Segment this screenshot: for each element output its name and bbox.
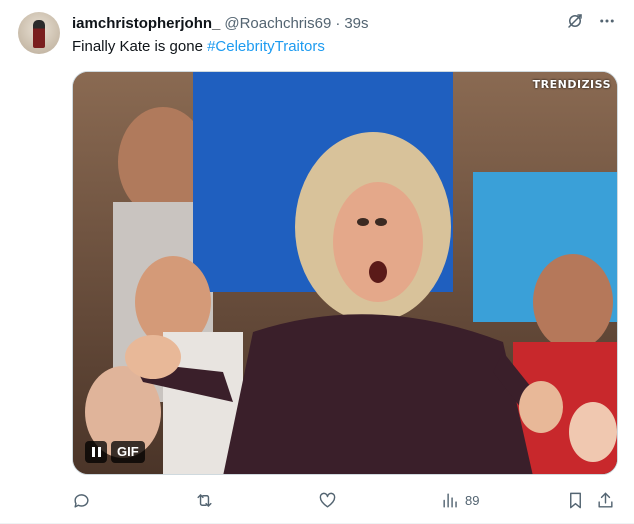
like-icon [318,491,337,510]
tweet-header: iamchristopherjohn_ @Roachchris69 · 39s [72,13,369,33]
bookmark-icon [566,491,585,510]
gif-watermark: TRENDIZISS [532,78,611,91]
share-button[interactable] [596,488,615,512]
tweet-text: Finally Kate is gone #CelebrityTraitors [72,37,325,57]
avatar[interactable] [18,12,60,54]
more-icon[interactable] [598,12,616,30]
tweet-actions: 89 [72,488,618,512]
like-button[interactable] [318,488,337,512]
timestamp[interactable]: 39s [344,15,368,32]
pause-icon[interactable] [85,441,107,463]
user-handle[interactable]: @Roachchris69 [224,15,331,32]
retweet-icon [195,491,214,510]
hashtag-link[interactable]: #CelebrityTraitors [207,38,325,55]
display-name[interactable]: iamchristopherjohn_ [72,15,220,32]
tweet-top-icons [566,12,616,30]
bookmark-button[interactable] [566,488,585,512]
reply-icon [72,491,91,510]
views-icon [441,491,460,510]
views-count: 89 [465,492,480,508]
reply-button[interactable] [72,488,91,512]
gif-media[interactable]: TRENDIZISS GIF [72,71,618,475]
views-button[interactable]: 89 [441,488,479,512]
retweet-button[interactable] [195,488,214,512]
gif-controls: GIF [85,441,145,463]
tweet[interactable]: iamchristopherjohn_ @Roachchris69 · 39s … [0,0,634,524]
gif-badge: GIF [111,441,145,463]
grok-icon[interactable] [566,12,584,30]
tweet-text-plain: Finally Kate is gone [72,38,208,55]
gif-frame [73,72,617,474]
share-icon [596,491,615,510]
separator-dot: · [335,14,341,32]
